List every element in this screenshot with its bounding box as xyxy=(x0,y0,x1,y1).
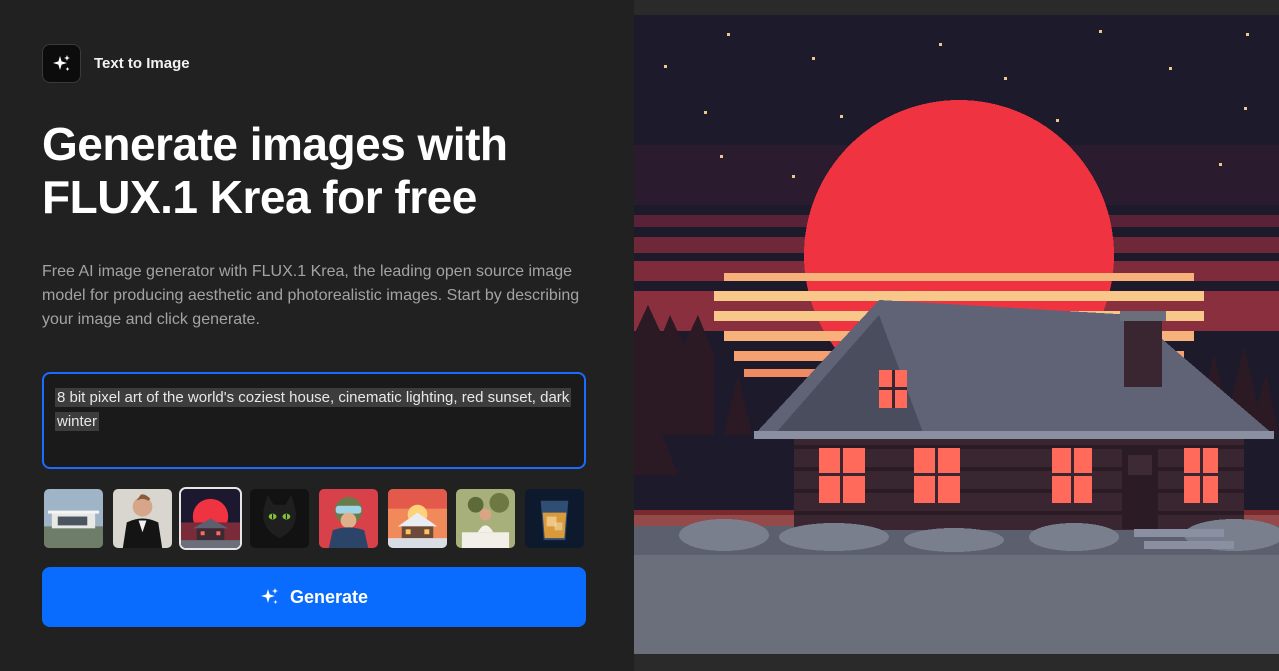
example-thumb-pixel-house-sunset[interactable] xyxy=(179,486,243,550)
sparkle-icon xyxy=(260,587,280,607)
generate-button[interactable]: Generate xyxy=(42,567,586,627)
page-title: Generate images with FLUX.1 Krea for fre… xyxy=(42,118,508,223)
example-thumb-pilot-portrait[interactable] xyxy=(317,487,380,550)
example-thumb-modern-house[interactable] xyxy=(42,487,105,550)
generate-label: Generate xyxy=(289,586,369,607)
sparkle-icon xyxy=(42,44,81,83)
example-thumb-cocktail-glass[interactable] xyxy=(523,487,586,550)
example-thumb-black-cat[interactable] xyxy=(248,487,311,550)
example-thumb-man-in-tuxedo[interactable] xyxy=(111,487,174,550)
example-thumb-snowy-cabin[interactable] xyxy=(386,487,449,550)
mode-badge: Text to Image xyxy=(42,44,190,83)
prompt-input[interactable]: 8 bit pixel art of the world's coziest h… xyxy=(42,372,586,469)
example-thumb-dinner-party[interactable] xyxy=(454,487,517,550)
generated-image-preview xyxy=(634,15,1279,654)
right-panel xyxy=(634,0,1279,671)
prompt-text[interactable]: 8 bit pixel art of the world's coziest h… xyxy=(55,388,572,431)
example-thumbnails xyxy=(42,486,586,550)
left-panel: Text to Image Generate images with FLUX.… xyxy=(0,0,634,671)
mode-label: Text to Image xyxy=(94,55,190,72)
page-description: Free AI image generator with FLUX.1 Krea… xyxy=(42,263,580,328)
